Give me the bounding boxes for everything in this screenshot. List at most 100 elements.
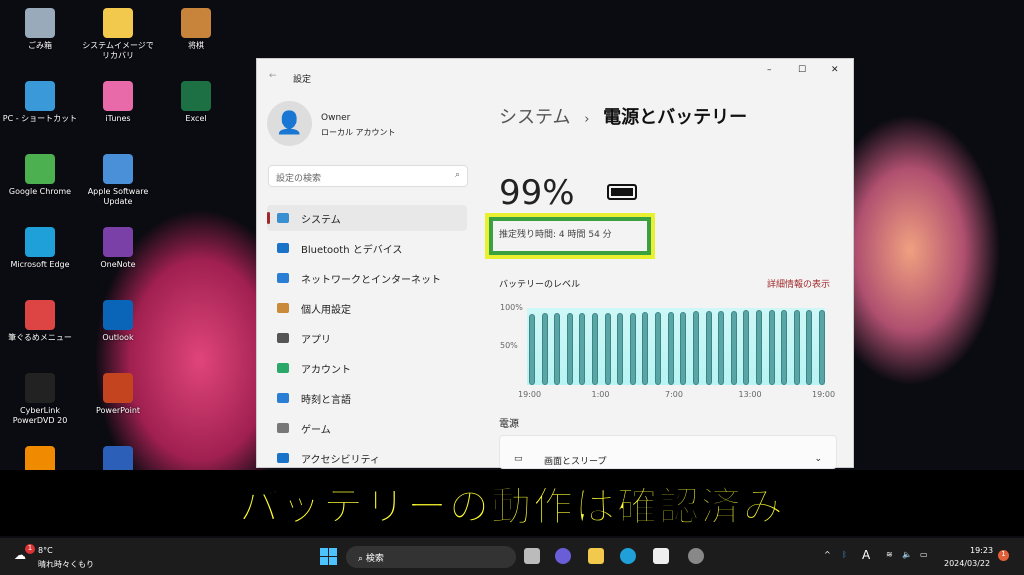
minimize-button[interactable]: –: [767, 65, 772, 75]
tray-chevron-icon[interactable]: ^: [824, 550, 831, 559]
y-tick-label: 100%: [500, 303, 523, 312]
sidebar-icon: [277, 423, 289, 433]
sidebar-item-label: アプリ: [301, 334, 331, 346]
maximize-button[interactable]: ☐: [798, 65, 806, 75]
task-view-icon[interactable]: [524, 548, 540, 564]
app-icon: [181, 81, 211, 111]
desktop-icon-label: CyberLink PowerDVD 20: [12, 406, 68, 425]
chevron-down-icon: ⌄: [814, 454, 822, 464]
app-icon: [103, 227, 133, 257]
store-icon[interactable]: [653, 548, 669, 564]
sidebar-item[interactable]: Bluetooth とデバイス: [267, 235, 467, 261]
sidebar-icon: [277, 453, 289, 463]
desktop-icon[interactable]: 筆ぐるめメニュー: [2, 300, 78, 343]
sidebar-icon: [277, 303, 289, 313]
y-tick-label: 50%: [500, 341, 518, 350]
sidebar-item[interactable]: アクセシビリティ: [267, 445, 467, 471]
search-placeholder: 設定の検索: [276, 174, 322, 184]
ime-indicator[interactable]: A: [862, 548, 870, 562]
screen-sleep-row[interactable]: ▭ 画面とスリープ ⌄: [499, 435, 837, 469]
sidebar-item[interactable]: アカウント: [267, 355, 467, 381]
desktop-icon[interactable]: Google Chrome: [2, 154, 78, 197]
desktop-icon[interactable]: システムイメージでリカバリ: [80, 8, 156, 61]
clock-date[interactable]: 2024/03/22: [944, 559, 990, 568]
notification-badge[interactable]: 1: [998, 550, 1009, 561]
window-title: 設定: [293, 75, 312, 85]
app-icon: [25, 300, 55, 330]
desktop-icon[interactable]: PC - ショートカット: [2, 81, 78, 124]
battery-bar: [566, 313, 573, 385]
search-input[interactable]: 設定の検索 ⌕: [268, 165, 468, 187]
battery-bar: [541, 313, 548, 385]
desktop-icon[interactable]: Outlook: [80, 300, 156, 343]
desktop-icon[interactable]: CyberLink PowerDVD 20: [2, 373, 78, 426]
remaining-time: 推定残り時間: 4 時間 54 分: [489, 217, 651, 255]
file-explorer-icon[interactable]: [588, 548, 604, 564]
settings-taskbar-icon[interactable]: [688, 548, 704, 564]
battery-bar: [730, 311, 737, 385]
desktop-icon-label: 将棋: [188, 41, 204, 50]
sidebar-item[interactable]: ゲーム: [267, 415, 467, 441]
battery-bar: [705, 311, 712, 385]
sidebar-icon: [277, 213, 289, 223]
sidebar-item-label: 時刻と言語: [301, 394, 351, 406]
desktop-icon[interactable]: Apple Software Update: [80, 154, 156, 207]
battery-charging-icon: [607, 184, 637, 200]
battery-bar: [718, 311, 725, 385]
taskbar-search-label: 検索: [365, 554, 384, 564]
selected-indicator: [267, 212, 270, 224]
bluetooth-icon[interactable]: ᛒ: [842, 550, 847, 559]
search-icon: ⌕: [454, 170, 460, 180]
sidebar-item[interactable]: システム: [267, 205, 467, 231]
breadcrumb-parent[interactable]: システム: [499, 107, 570, 128]
desktop-icon[interactable]: ごみ箱: [2, 8, 78, 51]
sidebar-icon: [277, 363, 289, 373]
sidebar-item[interactable]: 個人用設定: [267, 295, 467, 321]
sidebar-item-label: Bluetooth とデバイス: [301, 244, 403, 256]
start-button[interactable]: [320, 548, 337, 565]
battery-bar: [667, 311, 674, 385]
sidebar-item[interactable]: 時刻と言語: [267, 385, 467, 411]
battery-chart: [527, 308, 825, 385]
sidebar-item-label: システム: [301, 214, 341, 226]
battery-tray-icon[interactable]: ▭: [920, 550, 928, 559]
desktop-icon[interactable]: 将棋: [158, 8, 234, 51]
sidebar-item-label: 個人用設定: [301, 304, 351, 316]
x-tick-label: 19:00: [812, 390, 836, 399]
desktop-icon-label: Microsoft Edge: [10, 260, 70, 269]
sidebar-item-label: ゲーム: [301, 424, 331, 436]
sidebar-item[interactable]: アプリ: [267, 325, 467, 351]
desktop-icon-label: Outlook: [102, 333, 134, 342]
taskbar-search[interactable]: ⌕ 検索: [346, 546, 516, 568]
desktop-icon[interactable]: iTunes: [80, 81, 156, 124]
user-name: Owner: [321, 113, 351, 123]
x-tick-label: 1:00: [591, 390, 610, 399]
settings-window: ← 設定 – ☐ ✕ 👤 Owner ローカル アカウント 設定の検索 ⌕ シス…: [256, 58, 854, 471]
app-icon: [103, 373, 133, 403]
desktop-icon[interactable]: Microsoft Edge: [2, 227, 78, 270]
account-type: ローカル アカウント: [321, 128, 396, 137]
sidebar-item[interactable]: ネットワークとインターネット: [267, 265, 467, 291]
battery-bar: [629, 312, 636, 385]
teams-icon[interactable]: [555, 548, 571, 564]
edge-icon[interactable]: [620, 548, 636, 564]
battery-bar: [819, 309, 825, 385]
details-link[interactable]: 詳細情報の表示: [767, 277, 830, 290]
volume-icon[interactable]: 🔈: [902, 550, 912, 559]
back-icon[interactable]: ←: [269, 71, 277, 81]
taskbar: ☁ 1 8°C 晴れ時々くもり ⌕ 検索 ^ ᛒ A ≋ 🔈 ▭ 19:23 2…: [0, 538, 1024, 575]
desktop-icon[interactable]: OneNote: [80, 227, 156, 270]
app-icon: [25, 373, 55, 403]
desktop-icon[interactable]: PowerPoint: [80, 373, 156, 416]
breadcrumb-separator: ›: [584, 112, 590, 127]
sidebar-item-label: アクセシビリティ: [301, 454, 380, 466]
battery-bar: [604, 312, 611, 385]
temperature: 8°C: [38, 546, 53, 555]
close-button[interactable]: ✕: [831, 65, 839, 75]
desktop-icon[interactable]: Excel: [158, 81, 234, 124]
desktop-icon-label: iTunes: [105, 114, 131, 123]
screen-sleep-label: 画面とスリープ: [544, 457, 607, 467]
wifi-icon[interactable]: ≋: [886, 550, 893, 559]
avatar[interactable]: 👤: [267, 101, 312, 146]
clock-time[interactable]: 19:23: [970, 546, 993, 555]
